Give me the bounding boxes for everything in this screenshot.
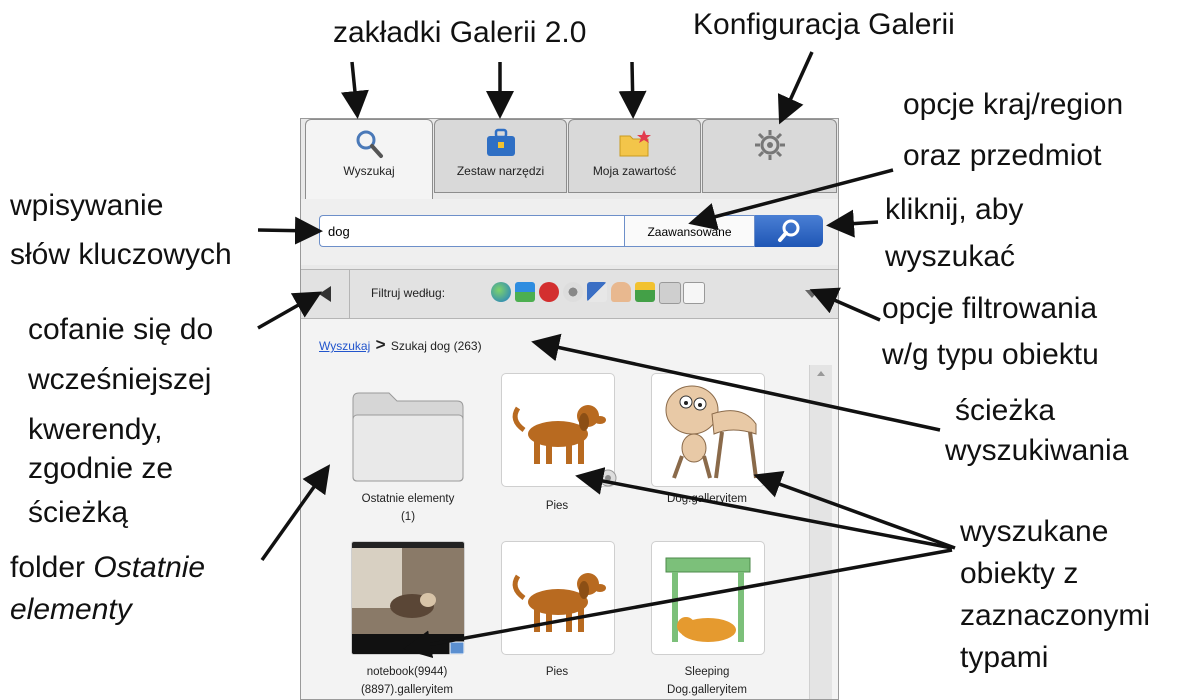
arrow-tab-search: [340, 61, 369, 119]
arrow-found-dog: [753, 471, 956, 550]
arrow-path: [531, 333, 941, 432]
annotation-arrows: [257, 51, 956, 659]
arrow-found-pies: [575, 467, 953, 550]
arrow-search-button: [826, 209, 879, 238]
arrow-tab-my-content: [618, 61, 647, 119]
arrow-country: [688, 168, 894, 231]
arrow-found-notebook: [403, 548, 953, 659]
arrow-keywords: [257, 216, 323, 245]
arrow-recent-folder: [260, 464, 331, 562]
arrow-filter: [809, 287, 881, 322]
arrow-back: [257, 291, 323, 330]
arrow-config: [777, 51, 814, 125]
